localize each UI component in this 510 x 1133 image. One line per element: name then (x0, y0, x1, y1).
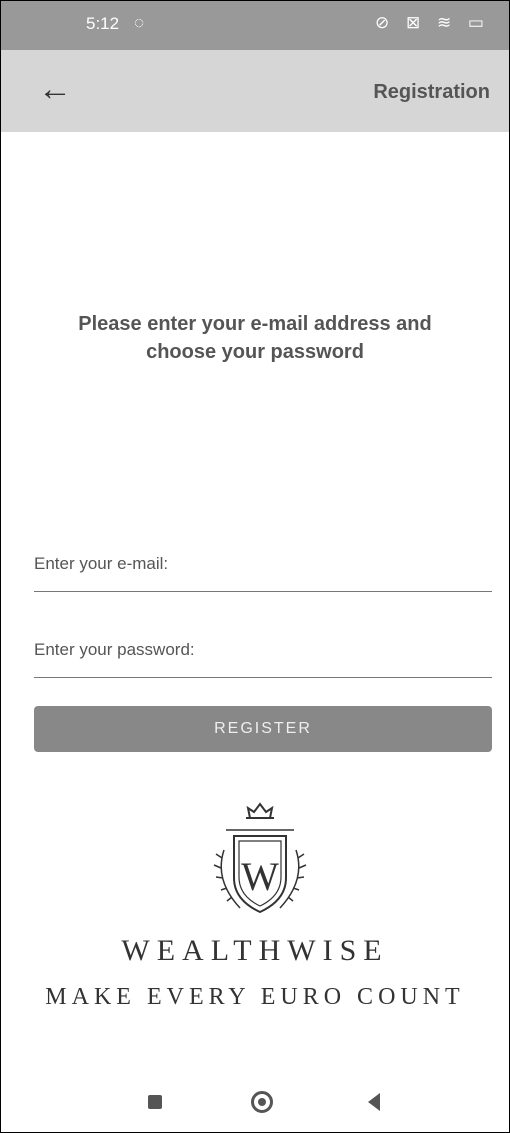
password-field[interactable]: Enter your password: (34, 640, 492, 678)
back-arrow-icon[interactable]: ← (38, 72, 72, 106)
email-field[interactable]: Enter your e-mail: (34, 554, 492, 592)
status-time: 5:12 (86, 14, 120, 33)
brand-tagline: MAKE EVERY EURO COUNT (45, 984, 465, 1010)
email-underline (34, 591, 492, 592)
system-back-icon[interactable] (368, 1093, 380, 1111)
instructions-text: Please enter your e-mail address and cho… (40, 310, 470, 366)
system-nav-bar (0, 1080, 510, 1130)
app-bar: ← Registration (0, 50, 510, 132)
recent-apps-icon[interactable] (148, 1095, 162, 1109)
instructions-line-2: choose your password (146, 341, 364, 363)
sync-icon: ◌ (134, 13, 145, 32)
register-button[interactable]: REGISTER (34, 706, 492, 752)
password-underline (34, 677, 492, 678)
logo-letter: W (241, 854, 279, 899)
password-placeholder[interactable]: Enter your password: (34, 640, 492, 660)
page-title: Registration (373, 81, 490, 103)
status-bar: 5:12 ◌ ⊘ ⊠ ≋ ▭ (0, 0, 510, 50)
status-icons: ⊘ ⊠ ≋ ▭ (375, 13, 490, 32)
instructions-line-1: Please enter your e-mail address and (78, 313, 432, 335)
wealthwise-logo: W (213, 802, 307, 914)
email-placeholder[interactable]: Enter your e-mail: (34, 554, 492, 574)
home-icon[interactable] (251, 1091, 273, 1113)
brand-name: WEALTHWISE (121, 934, 389, 967)
